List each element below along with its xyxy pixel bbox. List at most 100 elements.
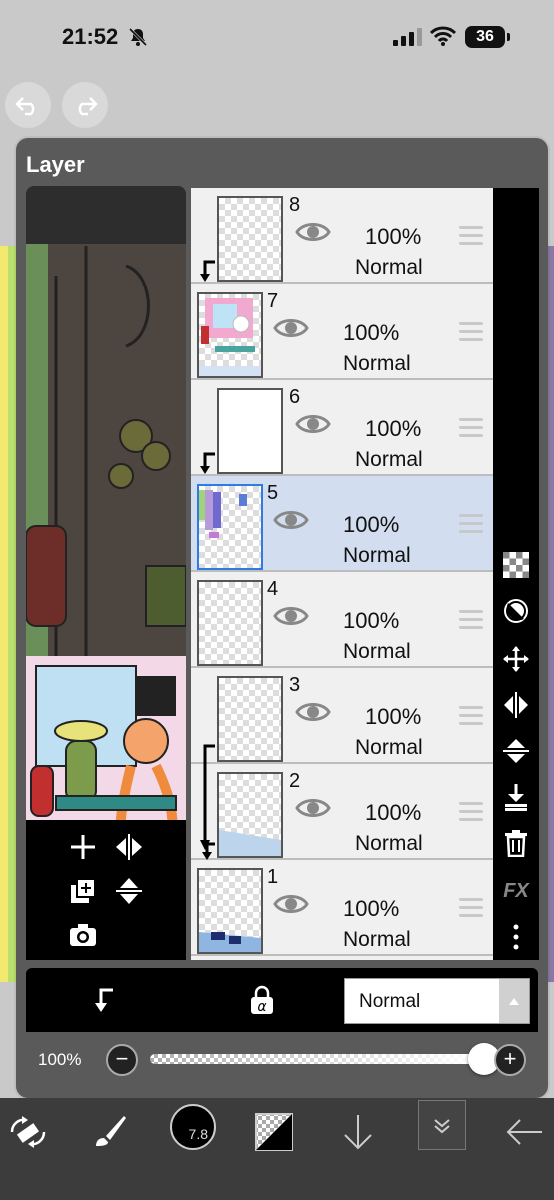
layer-opacity: 100% <box>343 512 400 537</box>
battery-indicator: 36 <box>465 26 510 48</box>
color-swatch-button[interactable] <box>252 1110 296 1154</box>
layer-row-8[interactable]: 8 100% Normal <box>191 188 493 284</box>
transparency-grid-button[interactable] <box>501 550 531 580</box>
move-arrows-icon <box>503 646 529 672</box>
layer-blend-mode: Normal <box>343 640 411 663</box>
blend-mode-select[interactable]: Normal <box>344 978 530 1024</box>
visibility-eye-icon[interactable] <box>273 892 309 916</box>
layer-thumbnail <box>217 388 283 474</box>
layer-row-2[interactable]: 2 100% Normal <box>191 764 493 860</box>
opacity-slider[interactable] <box>150 1054 484 1064</box>
brush-tool-button[interactable] <box>88 1110 132 1154</box>
delete-layer-button[interactable] <box>501 828 531 858</box>
alpha-lock-button[interactable]: α <box>246 984 278 1016</box>
layer-thumbnail <box>197 292 263 378</box>
camera-button[interactable] <box>66 918 100 952</box>
redo-icon <box>78 97 98 116</box>
transform-tool-button[interactable] <box>6 1110 50 1154</box>
duplicate-layer-button[interactable] <box>66 874 100 908</box>
layer-blend-mode: Normal <box>355 256 423 279</box>
flip-vertical-button[interactable] <box>112 874 146 908</box>
panel-title: Layer <box>26 152 85 177</box>
layer-blend-mode: Normal <box>343 928 411 951</box>
layer-thumbnail <box>217 196 283 282</box>
visibility-eye-icon[interactable] <box>295 700 331 724</box>
preview-toolbar <box>26 820 186 960</box>
more-vertical-icon <box>513 924 519 950</box>
layer-opacity: 100% <box>365 224 422 249</box>
clipping-arrow-icon <box>95 988 113 1012</box>
layer-blend-mode: Normal <box>355 736 423 759</box>
collapse-panel-button[interactable] <box>418 1100 466 1150</box>
layer-list[interactable]: 8 100% Normal 7 100% Normal 6 100% Norma… <box>191 188 493 960</box>
drag-handle-icon[interactable] <box>459 418 483 438</box>
undo-button[interactable] <box>5 82 51 128</box>
back-button[interactable] <box>502 1110 546 1154</box>
redo-button[interactable] <box>62 82 108 128</box>
layer-thumbnail-art <box>199 490 247 538</box>
layer-opacity: 100% <box>365 704 422 729</box>
color-swatch-icon <box>255 1113 293 1151</box>
chevron-up-icon <box>499 979 529 1023</box>
layer-row-1[interactable]: 1 100% Normal <box>191 860 493 956</box>
flip-layer-horizontal-button[interactable] <box>501 690 531 720</box>
chevron-double-down-icon <box>434 1119 450 1134</box>
visibility-eye-icon[interactable] <box>295 220 331 244</box>
flip-horizontal-button[interactable] <box>112 830 146 864</box>
layer-blend-mode: Normal <box>343 352 411 375</box>
plus-icon <box>71 835 95 859</box>
clipping-arrow-icon <box>200 452 215 474</box>
layer-row-6[interactable]: 6 100% Normal <box>191 380 493 476</box>
layer-options-bar: α Normal <box>26 968 538 1032</box>
status-bar: 21:52 36 <box>0 0 554 72</box>
canvas-art-stripe <box>0 246 8 982</box>
invert-button[interactable] <box>501 596 531 626</box>
layer-thumbnail-art <box>199 932 261 952</box>
opacity-decrease-button[interactable]: − <box>106 1044 138 1076</box>
arrow-left-icon <box>506 1119 542 1145</box>
fx-button[interactable]: FX <box>501 876 531 906</box>
visibility-eye-icon[interactable] <box>273 604 309 628</box>
layer-row-5[interactable]: 5 100% Normal <box>191 476 493 572</box>
layer-row-4[interactable]: 4 100% Normal <box>191 572 493 668</box>
layer-number: 2 <box>289 770 301 792</box>
layer-opacity: 100% <box>343 320 400 345</box>
merge-down-button[interactable] <box>501 782 531 812</box>
clipping-arrow-icon <box>200 260 215 282</box>
svg-text:α: α <box>257 999 267 1015</box>
clipping-toggle-button[interactable] <box>88 984 120 1016</box>
layer-row-7[interactable]: 7 100% Normal <box>191 284 493 380</box>
layer-row-3[interactable]: 3 100% Normal <box>191 668 493 764</box>
move-button[interactable] <box>501 644 531 674</box>
layer-down-button[interactable] <box>336 1110 380 1154</box>
opacity-label: 100% <box>38 1050 82 1069</box>
canvas-art-stripe <box>548 246 554 982</box>
undo-icon <box>15 97 35 116</box>
layer-blend-mode: Normal <box>355 832 423 855</box>
layer-number: 6 <box>289 386 301 408</box>
layer-number: 5 <box>267 482 279 504</box>
drag-handle-icon[interactable] <box>459 706 483 726</box>
bell-muted-icon <box>128 27 148 47</box>
drag-handle-icon[interactable] <box>459 610 483 630</box>
blend-mode-value: Normal <box>359 991 421 1012</box>
contrast-icon <box>504 599 528 623</box>
brush-size-button[interactable]: 7.8 <box>170 1104 216 1150</box>
visibility-eye-icon[interactable] <box>295 412 331 436</box>
drag-handle-icon[interactable] <box>459 802 483 822</box>
checkerboard-icon <box>503 552 529 578</box>
drag-handle-icon[interactable] <box>459 898 483 918</box>
layer-tools-column: FX <box>493 188 539 960</box>
drag-handle-icon[interactable] <box>459 322 483 342</box>
layer-thumbnail-art <box>199 298 261 376</box>
more-options-button[interactable] <box>501 922 531 952</box>
flip-layer-vertical-button[interactable] <box>501 736 531 766</box>
add-layer-button[interactable] <box>66 830 100 864</box>
drag-handle-icon[interactable] <box>459 226 483 246</box>
wifi-icon <box>430 26 456 46</box>
visibility-eye-icon[interactable] <box>295 796 331 820</box>
drag-handle-icon[interactable] <box>459 514 483 534</box>
visibility-eye-icon[interactable] <box>273 508 309 532</box>
visibility-eye-icon[interactable] <box>273 316 309 340</box>
opacity-increase-button[interactable]: + <box>494 1044 526 1076</box>
